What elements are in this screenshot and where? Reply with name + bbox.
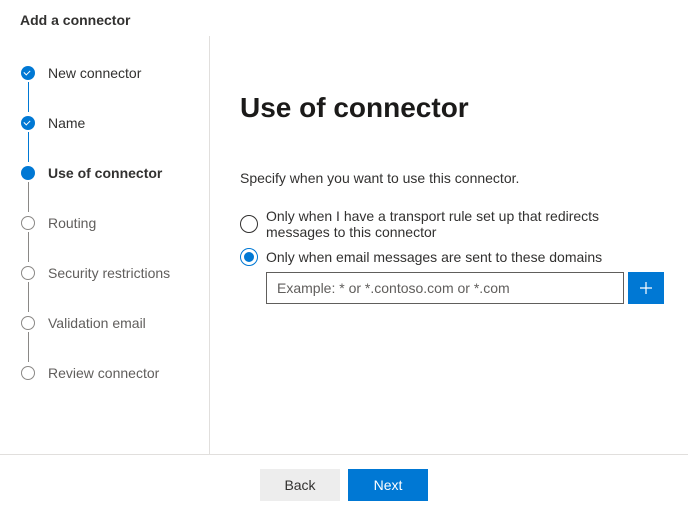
current-step-icon <box>21 166 35 180</box>
main-content: Use of connector Specify when you want t… <box>210 36 688 454</box>
add-domain-button[interactable] <box>628 272 664 304</box>
step-review-connector[interactable]: Review connector <box>20 364 209 382</box>
instruction-text: Specify when you want to use this connec… <box>240 170 664 186</box>
next-button[interactable]: Next <box>348 469 428 501</box>
wizard-header: Add a connector <box>0 0 688 36</box>
wizard-footer: Back Next <box>0 454 688 515</box>
radio-label: Only when I have a transport rule set up… <box>266 208 664 240</box>
option-domains[interactable]: Only when email messages are sent to the… <box>240 248 664 266</box>
option-transport-rule[interactable]: Only when I have a transport rule set up… <box>240 208 664 240</box>
wizard-title: Add a connector <box>20 12 668 28</box>
radio-icon <box>240 248 258 266</box>
step-label: Review connector <box>36 364 159 382</box>
use-options-group: Only when I have a transport rule set up… <box>240 208 664 266</box>
step-new-connector[interactable]: New connector <box>20 64 209 114</box>
step-label: Name <box>36 114 85 132</box>
step-security-restrictions[interactable]: Security restrictions <box>20 264 209 314</box>
step-validation-email[interactable]: Validation email <box>20 314 209 364</box>
radio-label: Only when email messages are sent to the… <box>266 249 602 265</box>
pending-step-icon <box>21 366 35 380</box>
step-sidebar: New connector Name Use of connector <box>0 36 210 454</box>
step-routing[interactable]: Routing <box>20 214 209 264</box>
check-icon <box>21 116 35 130</box>
page-title: Use of connector <box>240 92 664 124</box>
pending-step-icon <box>21 216 35 230</box>
domain-input[interactable] <box>266 272 624 304</box>
plus-icon <box>638 280 654 296</box>
pending-step-icon <box>21 316 35 330</box>
step-use-of-connector[interactable]: Use of connector <box>20 164 209 214</box>
radio-icon <box>240 215 258 233</box>
step-label: Security restrictions <box>36 264 170 282</box>
pending-step-icon <box>21 266 35 280</box>
step-name[interactable]: Name <box>20 114 209 164</box>
check-icon <box>21 66 35 80</box>
step-label: New connector <box>36 64 141 82</box>
step-label: Use of connector <box>36 164 162 182</box>
back-button[interactable]: Back <box>260 469 340 501</box>
step-label: Validation email <box>36 314 146 332</box>
step-label: Routing <box>36 214 96 232</box>
